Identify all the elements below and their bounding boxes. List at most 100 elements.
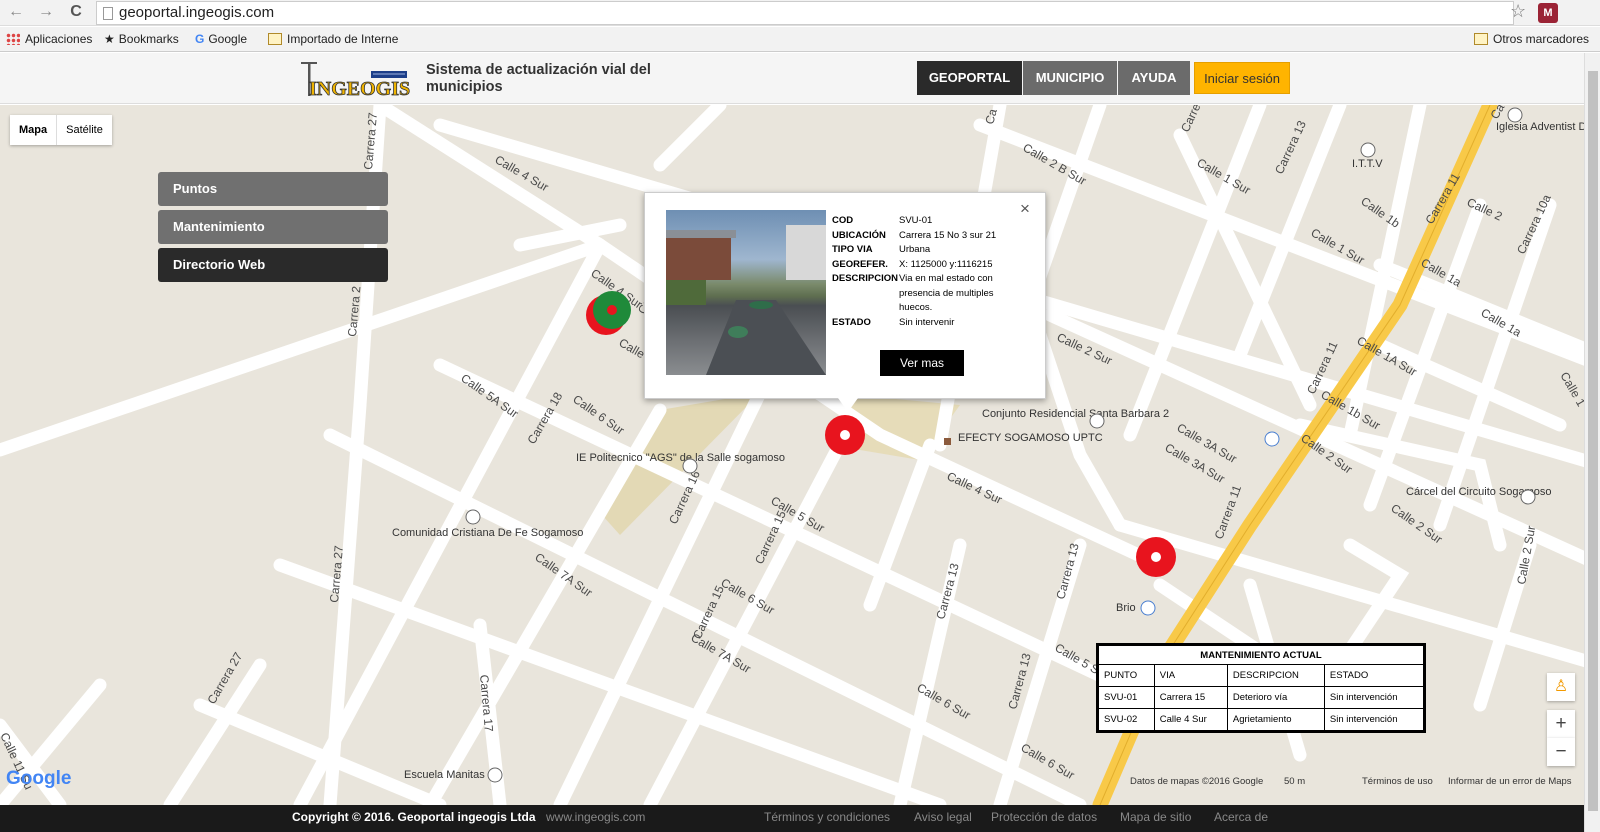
- detail-value: SVU-01: [899, 215, 933, 226]
- side-menu-puntos[interactable]: Puntos: [158, 172, 388, 206]
- extension-icon[interactable]: M: [1538, 3, 1558, 23]
- bookmark-star-icon[interactable]: ☆: [1510, 1, 1526, 22]
- place-label: Conjunto Residencial Santa Barbara 2: [982, 408, 1169, 420]
- map-canvas[interactable]: Calle 4 Sur Carrera 27 Carrera 2 Calle 5…: [0, 105, 1584, 805]
- zoom-in-button[interactable]: +: [1547, 710, 1575, 738]
- site-title: Sistema de actualización vial del munici…: [426, 62, 651, 95]
- footer-link-terms[interactable]: Términos y condiciones: [764, 810, 890, 824]
- menu-geoportal[interactable]: GEOPORTAL: [917, 61, 1022, 95]
- column-header: DESCRIPCION: [1226, 664, 1325, 687]
- church-icon[interactable]: [465, 509, 481, 525]
- bookmark-bookmarks[interactable]: ★ Bookmarks: [104, 32, 179, 46]
- place-label: Brio: [1116, 602, 1136, 614]
- pegman-icon[interactable]: ♙: [1547, 673, 1575, 701]
- gas-station-icon[interactable]: [1140, 600, 1156, 616]
- shopping-icon[interactable]: [1264, 431, 1280, 447]
- bookmark-otros[interactable]: Otros marcadores: [1474, 32, 1589, 46]
- bookmark-label: Google: [208, 32, 248, 46]
- url-text: geoportal.ingeogis.com: [119, 4, 275, 21]
- menu-ayuda[interactable]: AYUDA: [1118, 61, 1190, 95]
- point-details: COD SVU-01 UBICACIÓN Carrera 15 No 3 sur 2…: [832, 214, 1017, 330]
- place-label: EFECTY SOGAMOSO UPTC: [958, 432, 1103, 444]
- place-label: Escuela Manitas: [404, 769, 485, 781]
- bookmark-importado[interactable]: Importado de Interne: [268, 32, 398, 46]
- detail-row: GEOREFER. X: 1125000 y:1116215: [832, 258, 1017, 273]
- footer-link-about[interactable]: Acerca de: [1214, 810, 1268, 824]
- bookmark-apps[interactable]: Aplicaciones: [6, 32, 92, 46]
- detail-value: Sin intervenir: [899, 316, 955, 328]
- government-icon[interactable]: [1520, 489, 1536, 505]
- table-cell: Deterioro vía: [1226, 686, 1325, 709]
- folder-icon: [268, 33, 282, 45]
- map-data-attribution: Datos de mapas ©2016 Google: [1130, 776, 1264, 787]
- detail-row: ESTADO Sin intervenir: [832, 316, 1017, 331]
- detail-key: DESCRIPCION: [832, 273, 898, 284]
- terms-link[interactable]: Términos de uso: [1362, 776, 1433, 787]
- close-icon[interactable]: ×: [1020, 199, 1030, 219]
- zoom-out-button[interactable]: −: [1547, 738, 1575, 766]
- column-header: ESTADO: [1323, 664, 1425, 687]
- bookmarks-bar: Aplicaciones ★ Bookmarks G Google Importad…: [0, 27, 1600, 52]
- detail-row: COD SVU-01: [832, 214, 1017, 229]
- detail-row: TIPO VIA Urbana: [832, 243, 1017, 258]
- place-label: I.T.T.V: [1352, 158, 1383, 170]
- bookmark-label: Otros marcadores: [1493, 32, 1590, 46]
- place-label: Comunidad Cristiana De Fe Sogamoso: [392, 527, 583, 539]
- google-logo[interactable]: Google: [6, 768, 71, 790]
- ingeogis-logo[interactable]: INGEOGIS: [301, 58, 413, 100]
- table-cell: Agrietamiento: [1226, 708, 1325, 731]
- table-cell: SVU-02: [1098, 708, 1155, 731]
- table-row[interactable]: SVU-02 Calle 4 Sur Agrietamiento Sin int…: [1098, 708, 1425, 731]
- google-g-icon: G: [195, 32, 205, 46]
- street-label: Calle: [617, 335, 648, 361]
- footer-link-legal[interactable]: Aviso legal: [914, 810, 972, 824]
- place-label: Iglesia Adventist Del Septimo Dia: [1496, 121, 1584, 133]
- bookmark-label: Aplicaciones: [25, 32, 93, 46]
- atm-icon[interactable]: [944, 438, 951, 445]
- maintenance-table: MANTENIMIENTO ACTUAL PUNTO VIA DESCRIPCI…: [1096, 643, 1426, 733]
- table-row[interactable]: SVU-01 Carrera 15 Deterioro vía Sin inte…: [1098, 686, 1425, 709]
- detail-row: DESCRIPCION Via en mal estado con presenc…: [832, 272, 1017, 316]
- place-label: IE Politecnico "AGS" de la Salle sogamos…: [576, 452, 785, 464]
- google-logo-text: Google: [6, 768, 72, 789]
- map-type-mapa[interactable]: Mapa: [10, 115, 56, 145]
- bookmark-google[interactable]: G Google: [195, 32, 247, 46]
- site-header: INGEOGIS Sistema de actualización vial d…: [0, 53, 1584, 104]
- map-type-satellite[interactable]: Satélite: [56, 115, 112, 145]
- login-button[interactable]: Iniciar sesión: [1194, 62, 1290, 94]
- table-header-row: PUNTO VIA DESCRIPCION ESTADO: [1098, 664, 1425, 687]
- church-icon[interactable]: [1507, 107, 1523, 123]
- ver-mas-button[interactable]: Ver mas: [880, 350, 964, 376]
- school-icon[interactable]: [682, 458, 698, 474]
- detail-row: UBICACIÓN Carrera 15 No 3 sur 21: [832, 229, 1017, 244]
- table-cell: Calle 4 Sur: [1153, 708, 1228, 731]
- scrollbar-thumb[interactable]: [1588, 71, 1598, 811]
- info-window: × COD SVU-01 UBICACIÓN Carrera 15 No 3 sur…: [644, 192, 1046, 399]
- marker-dot: [840, 430, 850, 440]
- address-bar[interactable]: geoportal.ingeogis.com: [96, 1, 1514, 25]
- school-icon[interactable]: [487, 767, 503, 783]
- forward-icon[interactable]: →: [36, 3, 56, 21]
- school-icon[interactable]: [1360, 142, 1376, 158]
- menu-municipio[interactable]: MUNICIPIO: [1023, 61, 1117, 95]
- place-label: Conjunto Residencial Santa Barbara 2: [982, 408, 1169, 420]
- place-label: EFECTY SOGAMOSO UPTC: [958, 432, 1103, 444]
- site-footer: Copyright © 2016. Geoportal ingeogis Ltd…: [0, 805, 1584, 832]
- side-menu-directorio[interactable]: Directorio Web: [158, 248, 388, 282]
- back-icon[interactable]: ←: [6, 3, 26, 21]
- bookmark-label: Importado de Interne: [287, 32, 399, 46]
- site-link[interactable]: www.ingeogis.com: [546, 810, 645, 824]
- apps-grid-icon: [6, 33, 20, 45]
- side-menu-mantenimiento[interactable]: Mantenimiento: [158, 210, 388, 244]
- info-window-tail: [838, 398, 858, 412]
- place-label: IE Politecnico "AGS" de la Salle sogamos…: [576, 452, 785, 464]
- detail-key: COD: [832, 215, 854, 226]
- footer-link-privacy[interactable]: Protección de datos: [991, 810, 1097, 824]
- scale-bar: 50 m: [1284, 776, 1306, 787]
- page-scrollbar[interactable]: [1584, 53, 1600, 832]
- lodging-icon[interactable]: [1089, 413, 1105, 429]
- footer-link-sitemap[interactable]: Mapa de sitio: [1120, 810, 1191, 824]
- reload-icon[interactable]: C: [66, 3, 86, 21]
- report-error-link[interactable]: Informar de un error de Maps: [1448, 776, 1572, 787]
- detail-value: Carrera 15 No 3 sur 21: [899, 229, 997, 241]
